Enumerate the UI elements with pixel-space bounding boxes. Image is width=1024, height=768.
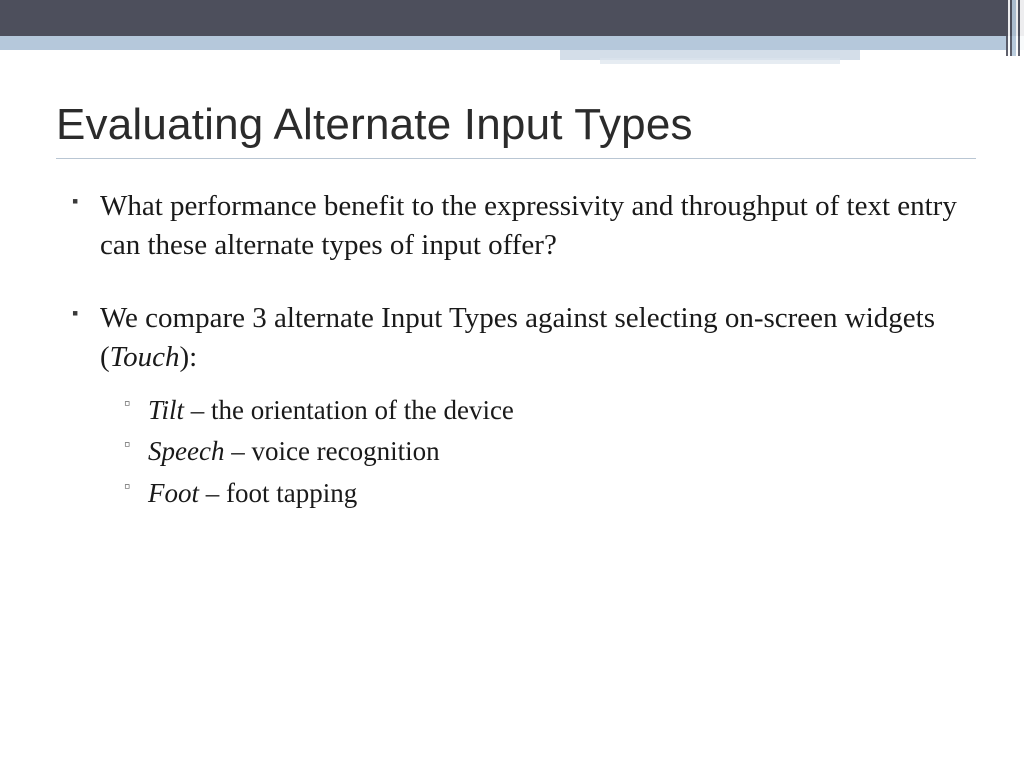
slide-title: Evaluating Alternate Input Types <box>56 100 976 159</box>
sub-desc: – voice recognition <box>224 436 439 466</box>
sub-desc: – the orientation of the device <box>184 395 514 425</box>
sub-bullet-item: Tilt – the orientation of the device <box>124 390 976 432</box>
bullet-text: What performance benefit to the expressi… <box>100 190 957 261</box>
bullet-list: What performance benefit to the expressi… <box>56 187 976 515</box>
header-edge-stripes <box>1006 0 1024 56</box>
sub-bullet-list: Tilt – the orientation of the device Spe… <box>100 390 976 516</box>
sub-bullet-item: Foot – foot tapping <box>124 473 976 515</box>
sub-term: Tilt <box>148 395 184 425</box>
bullet-text: ): <box>180 341 198 373</box>
bullet-text: We compare 3 alternate Input Types again… <box>100 302 935 373</box>
sub-bullet-item: Speech – voice recognition <box>124 431 976 473</box>
header-accent <box>600 58 840 64</box>
header-bar-light <box>0 36 1024 50</box>
bullet-item: What performance benefit to the expressi… <box>72 187 976 265</box>
sub-term: Speech <box>148 436 224 466</box>
bullet-item: We compare 3 alternate Input Types again… <box>72 299 976 515</box>
slide-content: Evaluating Alternate Input Types What pe… <box>56 100 976 549</box>
bullet-emph: Touch <box>110 341 180 373</box>
header-bar-dark <box>0 0 1024 36</box>
sub-desc: – foot tapping <box>199 478 357 508</box>
sub-term: Foot <box>148 478 199 508</box>
